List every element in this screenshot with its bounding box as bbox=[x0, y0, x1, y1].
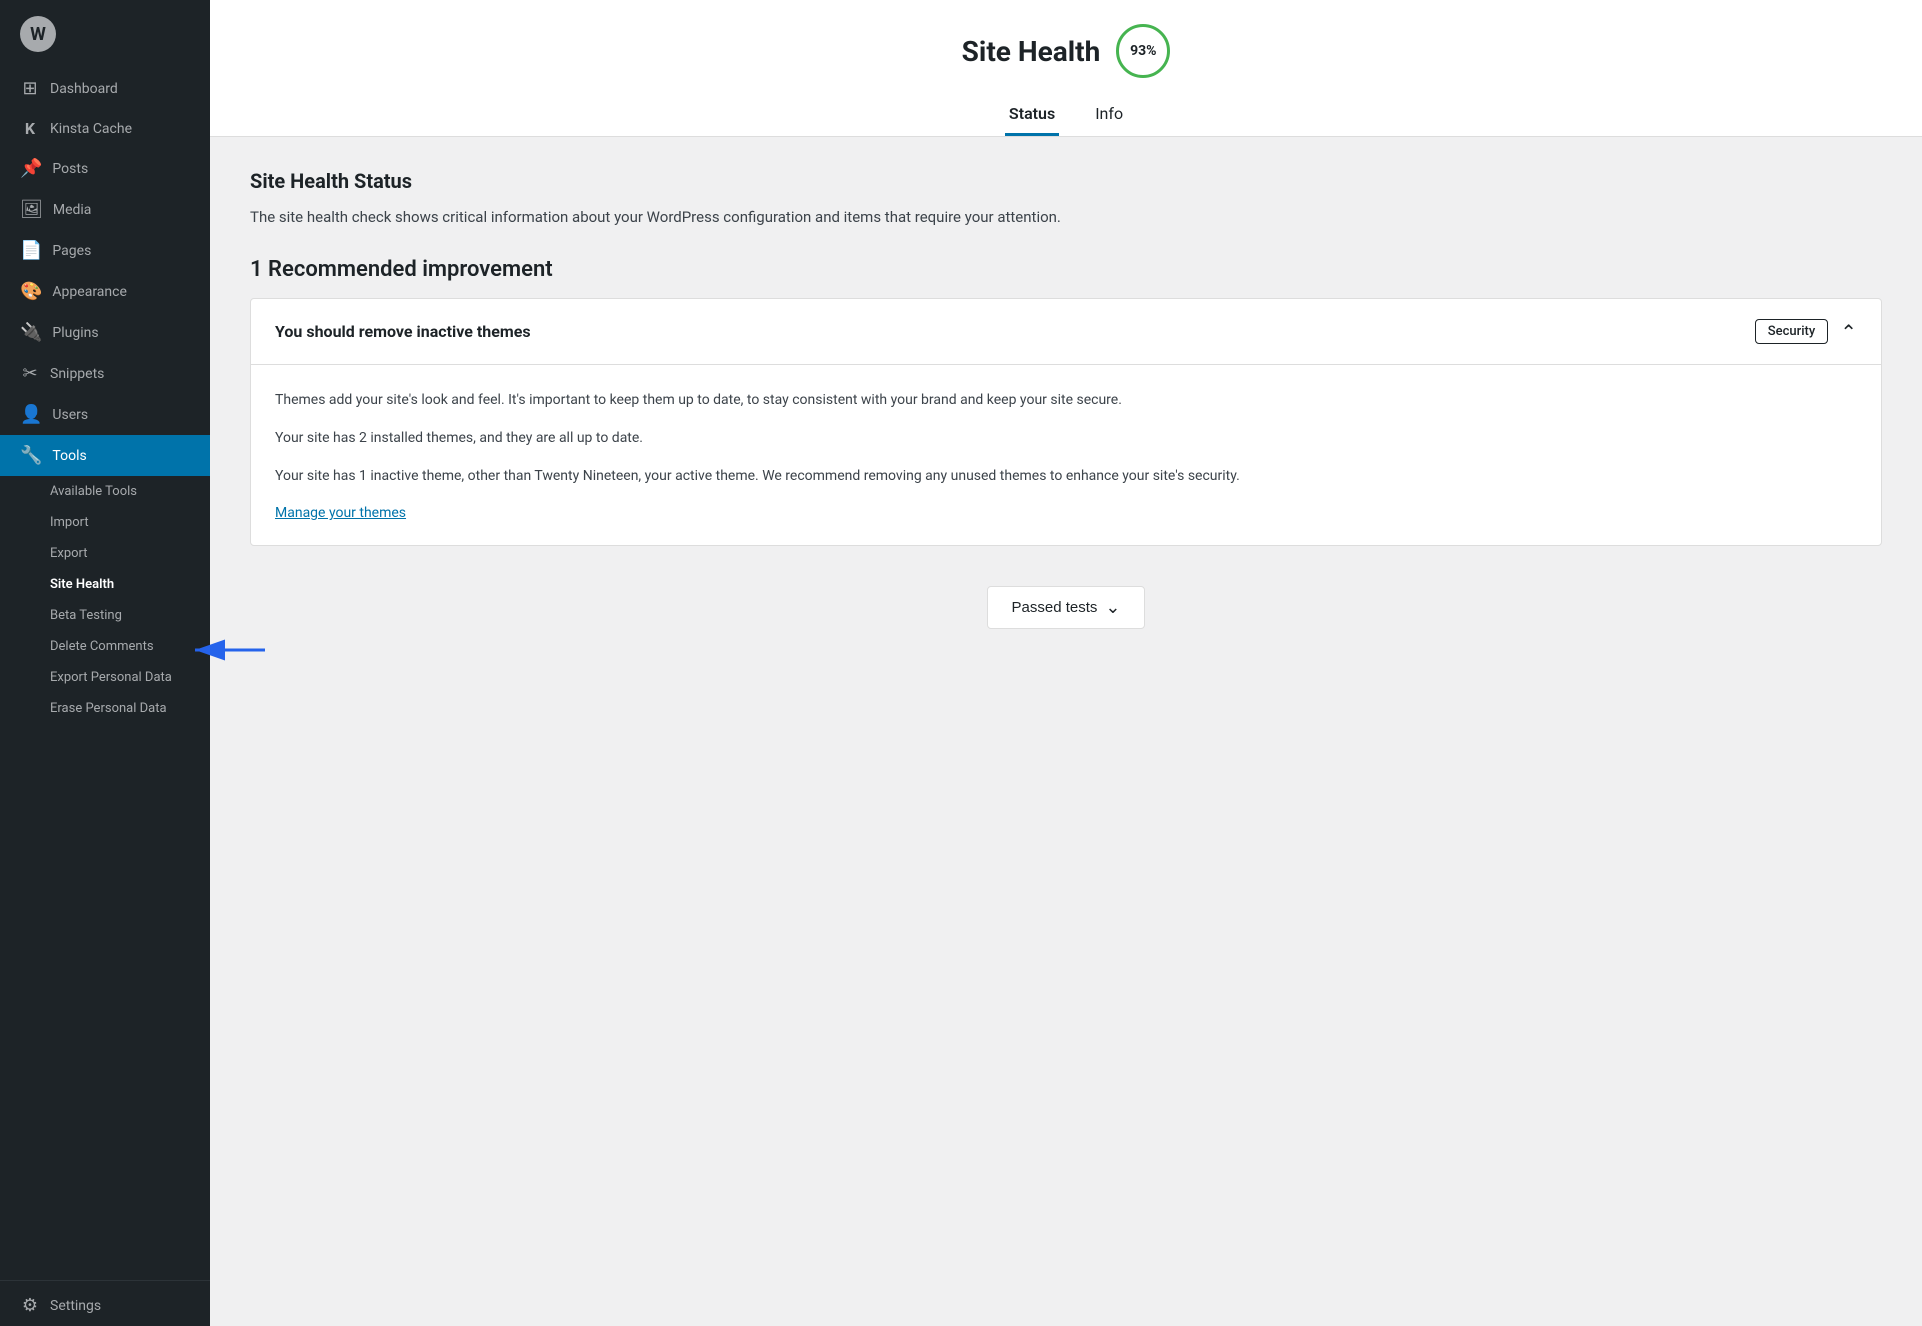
media-icon: 🖼 bbox=[20, 199, 43, 220]
available-tools-label: Available Tools bbox=[50, 484, 137, 499]
delete-comments-label: Delete Comments bbox=[50, 639, 154, 654]
nav-posts-label: Posts bbox=[52, 161, 88, 177]
manage-themes-link[interactable]: Manage your themes bbox=[275, 505, 406, 521]
appearance-icon: 🎨 bbox=[20, 281, 42, 302]
posts-icon: 📌 bbox=[20, 158, 42, 179]
beta-testing-label: Beta Testing bbox=[50, 608, 122, 623]
health-score-badge: 93% bbox=[1116, 24, 1170, 78]
nav-appearance[interactable]: 🎨 Appearance bbox=[0, 271, 210, 312]
issue-title: You should remove inactive themes bbox=[275, 322, 531, 341]
sidebar-item-beta-testing[interactable]: Beta Testing bbox=[0, 600, 210, 631]
issue-text-3: Your site has 1 inactive theme, other th… bbox=[275, 465, 1857, 489]
security-badge: Security bbox=[1755, 319, 1828, 344]
issue-card: You should remove inactive themes Securi… bbox=[250, 298, 1882, 546]
sidebar-item-export-personal-data[interactable]: Export Personal Data bbox=[0, 662, 210, 693]
pages-icon: 📄 bbox=[20, 240, 42, 261]
nav-settings-label: Settings bbox=[50, 1298, 101, 1314]
main-content: Site Health 93% Status Info Site Health … bbox=[210, 0, 1922, 1326]
nav-users-label: Users bbox=[52, 407, 88, 423]
sidebar: W ⊞ Dashboard K Kinsta Cache 📌 Posts 🖼 M… bbox=[0, 0, 210, 1326]
sidebar-item-available-tools[interactable]: Available Tools bbox=[0, 476, 210, 507]
nav-snippets[interactable]: ✂ Snippets bbox=[0, 353, 210, 394]
passed-tests-section: Passed tests ⌄ bbox=[250, 562, 1882, 669]
issue-card-body: Themes add your site's look and feel. It… bbox=[251, 365, 1881, 545]
settings-icon: ⚙ bbox=[20, 1295, 40, 1316]
issue-text-2: Your site has 2 installed themes, and th… bbox=[275, 427, 1857, 451]
nav-pages-label: Pages bbox=[52, 243, 91, 259]
section-description: The site health check shows critical inf… bbox=[250, 205, 1882, 229]
sidebar-divider bbox=[0, 1280, 210, 1281]
nav-appearance-label: Appearance bbox=[52, 284, 126, 300]
nav-tools[interactable]: 🔧 Tools bbox=[0, 435, 210, 476]
site-health-label: Site Health bbox=[50, 577, 114, 592]
nav-dashboard[interactable]: ⊞ Dashboard bbox=[0, 68, 210, 109]
snippets-icon: ✂ bbox=[20, 363, 40, 384]
issue-text-1: Themes add your site's look and feel. It… bbox=[275, 389, 1857, 413]
export-label: Export bbox=[50, 546, 88, 561]
tab-info[interactable]: Info bbox=[1091, 94, 1127, 136]
nav-settings[interactable]: ⚙ Settings bbox=[0, 1285, 210, 1326]
page-title: Site Health bbox=[962, 35, 1101, 68]
content-area: Site Health Status The site health check… bbox=[210, 137, 1922, 1326]
chevron-down-icon: ⌄ bbox=[1105, 597, 1120, 618]
tab-status[interactable]: Status bbox=[1005, 94, 1059, 136]
sidebar-logo: W bbox=[0, 0, 210, 68]
wp-logo-icon: W bbox=[20, 16, 56, 52]
title-row: Site Health 93% bbox=[962, 24, 1171, 78]
sidebar-item-export[interactable]: Export bbox=[0, 538, 210, 569]
nav-media[interactable]: 🖼 Media bbox=[0, 189, 210, 230]
import-label: Import bbox=[50, 515, 89, 530]
nav-tools-label: Tools bbox=[52, 448, 86, 464]
sidebar-item-delete-comments[interactable]: Delete Comments bbox=[0, 631, 210, 662]
erase-personal-data-label: Erase Personal Data bbox=[50, 701, 167, 716]
kinsta-icon: K bbox=[20, 119, 40, 138]
passed-tests-label: Passed tests bbox=[1012, 599, 1098, 616]
issue-header-right: Security ⌃ bbox=[1755, 319, 1857, 344]
recommendation-count: 1 Recommended improvement bbox=[250, 257, 1882, 282]
dashboard-icon: ⊞ bbox=[20, 78, 40, 99]
nav-plugins[interactable]: 🔌 Plugins bbox=[0, 312, 210, 353]
export-personal-data-label: Export Personal Data bbox=[50, 670, 172, 685]
sidebar-item-erase-personal-data[interactable]: Erase Personal Data bbox=[0, 693, 210, 724]
nav-plugins-label: Plugins bbox=[52, 325, 98, 341]
passed-tests-button[interactable]: Passed tests ⌄ bbox=[987, 586, 1146, 629]
nav-snippets-label: Snippets bbox=[50, 366, 104, 382]
nav-pages[interactable]: 📄 Pages bbox=[0, 230, 210, 271]
nav-kinsta-label: Kinsta Cache bbox=[50, 121, 132, 137]
page-header: Site Health 93% Status Info bbox=[210, 0, 1922, 137]
collapse-icon[interactable]: ⌃ bbox=[1840, 320, 1857, 344]
section-title: Site Health Status bbox=[250, 169, 1882, 193]
nav-media-label: Media bbox=[53, 202, 92, 218]
nav-posts[interactable]: 📌 Posts bbox=[0, 148, 210, 189]
issue-card-header: You should remove inactive themes Securi… bbox=[251, 299, 1881, 365]
tab-bar: Status Info bbox=[1005, 94, 1127, 136]
nav-dashboard-label: Dashboard bbox=[50, 81, 118, 97]
plugins-icon: 🔌 bbox=[20, 322, 42, 343]
sidebar-item-site-health[interactable]: Site Health bbox=[0, 569, 210, 600]
sidebar-item-import[interactable]: Import bbox=[0, 507, 210, 538]
nav-kinsta-cache[interactable]: K Kinsta Cache bbox=[0, 109, 210, 148]
users-icon: 👤 bbox=[20, 404, 42, 425]
tools-icon: 🔧 bbox=[20, 445, 42, 466]
nav-users[interactable]: 👤 Users bbox=[0, 394, 210, 435]
